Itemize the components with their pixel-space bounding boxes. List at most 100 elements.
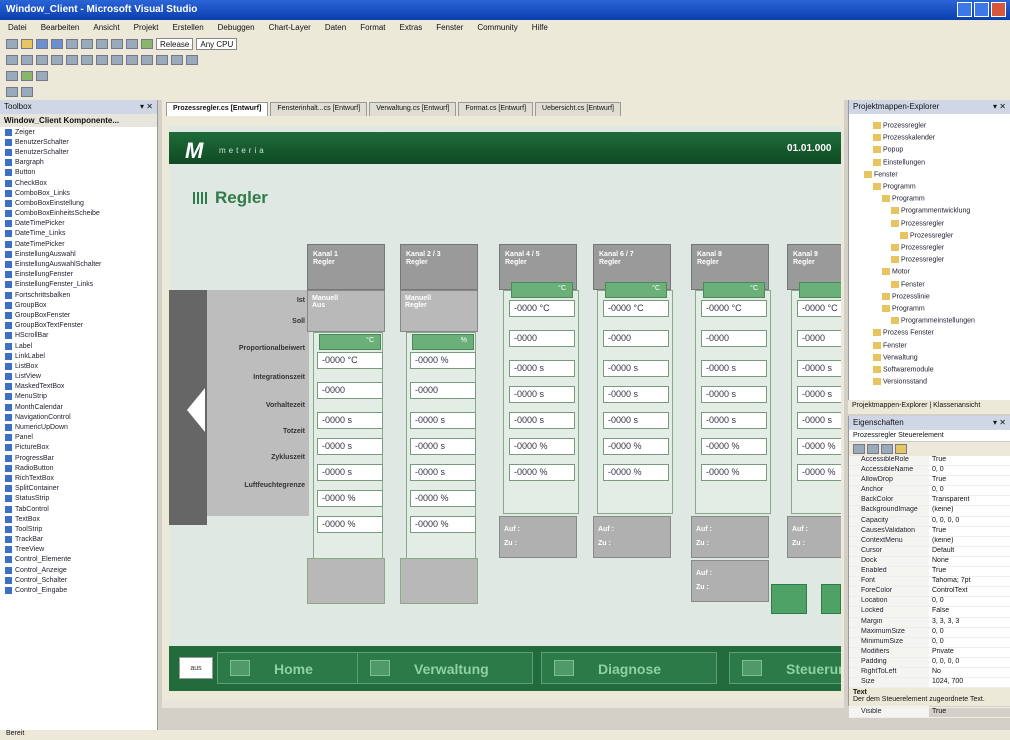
send-back-icon[interactable] [186, 55, 198, 65]
tree-node[interactable]: Programmeinstellungen [891, 317, 975, 325]
toolbox-item[interactable]: TrackBar [0, 535, 157, 545]
property-value[interactable]: True [929, 456, 1010, 465]
property-value[interactable]: 0, 0 [929, 486, 1010, 495]
property-row[interactable]: Font Tahoma; 7pt [849, 577, 1010, 588]
property-row[interactable]: MinimumSize 0, 0 [849, 637, 1010, 648]
toolbox-item[interactable]: EinstellungFenster_Links [0, 280, 157, 290]
tree-node[interactable]: Programm [882, 305, 925, 312]
tree-node[interactable]: Programm [873, 183, 916, 190]
toolbox-item[interactable]: RichTextBox [0, 473, 157, 483]
explorer-icon[interactable] [21, 87, 33, 97]
spacing-icon[interactable] [156, 55, 168, 65]
toolbox-item[interactable]: Button [0, 168, 157, 178]
toolbox-item[interactable]: StatusStrip [0, 494, 157, 504]
document-tab[interactable]: Fensterinhalt...cs [Entwurf] [270, 102, 368, 116]
toolbox-item[interactable]: Control_Elemente [0, 555, 157, 565]
value-field[interactable]: -0000 % [317, 490, 383, 507]
align-right-icon[interactable] [36, 55, 48, 65]
tree-node[interactable]: Prozessregler [891, 256, 944, 264]
paste-icon[interactable] [96, 39, 108, 49]
property-row[interactable]: MaximumSize 0, 0 [849, 627, 1010, 638]
document-tab[interactable]: Verwaltung.cs [Entwurf] [369, 102, 457, 116]
value-field[interactable]: -0000 s [509, 360, 575, 377]
minimize-button[interactable] [957, 2, 972, 17]
toolbox-item[interactable]: Control_Schalter [0, 575, 157, 585]
property-row[interactable]: Size 1024, 700 [849, 678, 1010, 689]
value-field[interactable]: -0000 s [410, 438, 476, 455]
tree-node[interactable]: Programm [882, 195, 925, 203]
value-field[interactable]: -0000 % [509, 464, 575, 481]
toolbox-item[interactable]: BenutzerSchalter [0, 137, 157, 147]
property-row[interactable]: Visible True [849, 708, 1010, 719]
property-value[interactable]: 1024, 700 [929, 678, 1010, 687]
pin-icon[interactable]: ▾ ✕ [993, 418, 1006, 428]
value-field[interactable]: -0000 [797, 330, 841, 347]
menu-item[interactable]: Projekt [134, 23, 159, 36]
property-value[interactable]: True [929, 567, 1010, 576]
property-value[interactable]: (keine) [929, 506, 1010, 515]
configuration-select[interactable]: Release [156, 38, 194, 50]
horizontal-scrollbar[interactable] [162, 700, 844, 708]
tree-node[interactable]: Prozesslinie [882, 292, 930, 300]
value-field[interactable]: -0000 s [701, 412, 767, 429]
tree-node[interactable]: Prozess Fenster [873, 329, 934, 337]
nav-button[interactable]: Steuerung [729, 652, 841, 684]
value-field[interactable]: -0000 [603, 330, 669, 347]
value-field[interactable]: -0000 °C [509, 300, 575, 317]
redo-icon[interactable] [126, 39, 138, 49]
value-field[interactable]: -0000 % [701, 464, 767, 481]
value-field[interactable]: -0000 % [701, 438, 767, 455]
align-top-icon[interactable] [51, 55, 63, 65]
toolbox-item[interactable]: GroupBoxFenster [0, 310, 157, 320]
property-value[interactable]: False [929, 607, 1010, 616]
toolbox-item[interactable]: ComboBoxEinstellung [0, 198, 157, 208]
menu-item[interactable]: Extras [400, 23, 423, 36]
property-value[interactable]: Default [929, 547, 1010, 556]
nav-button[interactable]: Verwaltung [357, 652, 533, 684]
copy-icon[interactable] [81, 39, 93, 49]
value-field[interactable]: -0000 s [797, 412, 841, 429]
value-field[interactable]: -0000 s [509, 412, 575, 429]
toolbox-item[interactable]: RadioButton [0, 463, 157, 473]
tree-node[interactable]: Prozessregler [891, 219, 944, 227]
toolbox-item[interactable]: HScrollBar [0, 331, 157, 341]
tree-node[interactable]: Prozessregler [891, 244, 944, 251]
tree-node[interactable]: Versionsstand [873, 378, 927, 386]
value-field[interactable]: -0000 s [603, 386, 669, 403]
value-field[interactable]: -0000 °C [701, 300, 767, 317]
menu-item[interactable]: Debuggen [218, 23, 255, 36]
value-field[interactable]: -0000 s [797, 386, 841, 403]
tree-node[interactable]: Einstellungen [873, 158, 925, 166]
value-field[interactable]: -0000 % [317, 516, 383, 533]
property-row[interactable]: Enabled True [849, 567, 1010, 578]
open-icon[interactable] [21, 39, 33, 49]
property-value[interactable]: 0, 0 [929, 597, 1010, 606]
property-row[interactable]: Cursor Default [849, 546, 1010, 557]
property-value[interactable]: ControlText [929, 587, 1010, 596]
align-center-icon[interactable] [21, 55, 33, 65]
align-middle-icon[interactable] [66, 55, 78, 65]
close-button[interactable] [991, 2, 1006, 17]
value-field[interactable]: -0000 [701, 330, 767, 347]
properties-object-select[interactable]: Prozessregler Steuerelement [849, 430, 1010, 442]
align-left-icon[interactable] [6, 55, 18, 65]
off-button[interactable]: aus [179, 657, 213, 679]
property-value[interactable]: 0, 0 [929, 638, 1010, 647]
property-value[interactable]: None [929, 557, 1010, 566]
toolbox-item[interactable]: ListView [0, 372, 157, 382]
property-value[interactable]: 0, 0 [929, 628, 1010, 637]
value-field[interactable]: -0000 % [797, 464, 841, 481]
toolbox-item[interactable]: Bargraph [0, 158, 157, 168]
events-icon[interactable] [895, 444, 907, 454]
toolbox-item[interactable]: LinkLabel [0, 351, 157, 361]
tree-node[interactable]: Programmentwicklung [891, 207, 970, 215]
toolbox-item[interactable]: MenuStrip [0, 392, 157, 402]
value-field[interactable]: -0000 °C [797, 300, 841, 317]
toolbox-item[interactable]: ComboBoxEinheitsScheibe [0, 209, 157, 219]
menu-item[interactable]: Datei [8, 23, 27, 36]
property-row[interactable]: CausesValidation True [849, 526, 1010, 537]
property-value[interactable]: True [929, 527, 1010, 536]
property-value[interactable]: (keine) [929, 537, 1010, 546]
document-tab[interactable]: Format.cs [Entwurf] [458, 102, 534, 116]
document-tab[interactable]: Prozessregler.cs [Entwurf] [166, 102, 269, 116]
